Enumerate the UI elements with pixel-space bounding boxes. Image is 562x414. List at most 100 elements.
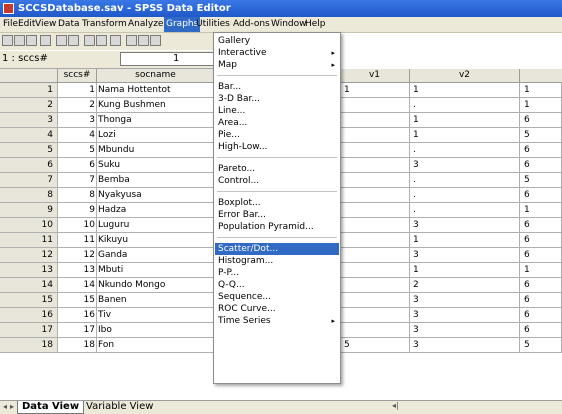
scroll-right-icon[interactable]: ▸ <box>10 402 14 411</box>
column-header-socname[interactable]: socname <box>97 69 215 83</box>
cell-v2[interactable]: 3 <box>410 308 520 323</box>
row-number[interactable]: 9 <box>0 203 58 218</box>
menu-utilities[interactable]: Utilities <box>194 17 232 32</box>
cell-next[interactable]: 5 <box>520 338 562 353</box>
row-number[interactable]: 7 <box>0 173 58 188</box>
row-number[interactable]: 12 <box>0 248 58 263</box>
cell-sccs[interactable]: 17 <box>58 323 97 338</box>
row-number[interactable]: 16 <box>0 308 58 323</box>
menu-analyze[interactable]: Analyze <box>126 17 165 32</box>
menu-item-bar[interactable]: Bar... <box>215 81 339 93</box>
redo-icon[interactable] <box>68 35 79 46</box>
row-number[interactable]: 17 <box>0 323 58 338</box>
cell-socname[interactable]: Banen <box>97 293 215 308</box>
cell-v2[interactable]: 1 <box>410 263 520 278</box>
column-header-v2[interactable]: v2 <box>410 69 520 83</box>
menu-item-error-bar[interactable]: Error Bar... <box>215 209 339 221</box>
cell-sccs[interactable]: 15 <box>58 293 97 308</box>
row-number[interactable]: 18 <box>0 338 58 353</box>
menu-item-roc-curve[interactable]: ROC Curve... <box>215 303 339 315</box>
cell-socname[interactable]: Kung Bushmen <box>97 98 215 113</box>
cell-next[interactable]: 6 <box>520 218 562 233</box>
cell-sccs[interactable]: 7 <box>58 173 97 188</box>
cell-next[interactable]: 6 <box>520 278 562 293</box>
cell-hidden-2[interactable] <box>340 323 410 338</box>
cell-next[interactable]: 1 <box>520 203 562 218</box>
row-number[interactable]: 6 <box>0 158 58 173</box>
cell-sccs[interactable]: 2 <box>58 98 97 113</box>
menu-add-ons[interactable]: Add-ons <box>231 17 272 32</box>
cell-hidden-2[interactable] <box>340 158 410 173</box>
cell-next[interactable]: 6 <box>520 143 562 158</box>
cell-sccs[interactable]: 12 <box>58 248 97 263</box>
cell-next[interactable]: 1 <box>520 263 562 278</box>
menu-help[interactable]: Help <box>303 17 328 32</box>
cell-sccs[interactable]: 6 <box>58 158 97 173</box>
cell-sccs[interactable]: 14 <box>58 278 97 293</box>
tab-data-view[interactable]: Data View <box>17 401 85 414</box>
corner-header[interactable] <box>0 69 58 83</box>
row-number[interactable]: 8 <box>0 188 58 203</box>
tab-variable-view[interactable]: Variable View <box>82 401 157 413</box>
menu-item-map[interactable]: Map ▸ <box>215 59 339 71</box>
cell-next[interactable]: 1 <box>520 83 562 98</box>
cell-sccs[interactable]: 5 <box>58 143 97 158</box>
cell-next[interactable]: 6 <box>520 248 562 263</box>
column-header-next[interactable] <box>520 69 562 83</box>
menu-item-line[interactable]: Line... <box>215 105 339 117</box>
cell-hidden-2[interactable] <box>340 218 410 233</box>
cell-v2[interactable]: 3 <box>410 158 520 173</box>
row-number[interactable]: 5 <box>0 143 58 158</box>
cell-hidden-2[interactable] <box>340 143 410 158</box>
cell-hidden-2[interactable] <box>340 113 410 128</box>
insert-variable-icon[interactable] <box>138 35 149 46</box>
cell-hidden-2[interactable] <box>340 98 410 113</box>
cell-hidden-2[interactable]: 1 <box>340 83 410 98</box>
cell-socname[interactable]: Hadza <box>97 203 215 218</box>
menu-item-pie[interactable]: Pie... <box>215 129 339 141</box>
cell-hidden-2[interactable] <box>340 188 410 203</box>
cell-next[interactable]: 6 <box>520 323 562 338</box>
goto-case-icon[interactable] <box>96 35 107 46</box>
cell-sccs[interactable]: 16 <box>58 308 97 323</box>
row-number[interactable]: 3 <box>0 113 58 128</box>
cell-next[interactable]: 6 <box>520 113 562 128</box>
menu-item-population-pyramid[interactable]: Population Pyramid... <box>215 221 339 233</box>
cell-socname[interactable]: Nkundo Mongo <box>97 278 215 293</box>
cell-socname[interactable]: Luguru <box>97 218 215 233</box>
cell-hidden-2[interactable] <box>340 233 410 248</box>
cell-socname[interactable]: Suku <box>97 158 215 173</box>
menu-item-pareto[interactable]: Pareto... <box>215 163 339 175</box>
cell-hidden-2[interactable]: 5 <box>340 338 410 353</box>
cell-sccs[interactable]: 9 <box>58 203 97 218</box>
menu-view[interactable]: View <box>33 17 58 32</box>
row-number[interactable]: 4 <box>0 128 58 143</box>
cell-socname[interactable]: Lozi <box>97 128 215 143</box>
menu-item-high-low[interactable]: High-Low... <box>215 141 339 153</box>
cell-v2[interactable]: 3 <box>410 293 520 308</box>
cell-next[interactable]: 5 <box>520 173 562 188</box>
menu-item-sequence[interactable]: Sequence... <box>215 291 339 303</box>
cell-v2[interactable]: 1 <box>410 128 520 143</box>
cell-sccs[interactable]: 8 <box>58 188 97 203</box>
cell-socname[interactable]: Kikuyu <box>97 233 215 248</box>
cell-next[interactable]: 6 <box>520 188 562 203</box>
row-number[interactable]: 14 <box>0 278 58 293</box>
cell-hidden-2[interactable] <box>340 308 410 323</box>
cell-sccs[interactable]: 1 <box>58 83 97 98</box>
cell-next[interactable]: 6 <box>520 293 562 308</box>
cell-socname[interactable]: Bemba <box>97 173 215 188</box>
cell-socname[interactable]: Nyakyusa <box>97 188 215 203</box>
cell-v2[interactable]: 3 <box>410 248 520 263</box>
split-file-icon[interactable] <box>150 35 161 46</box>
cell-socname[interactable]: Thonga <box>97 113 215 128</box>
cell-sccs[interactable]: 4 <box>58 128 97 143</box>
menu-item-q-q[interactable]: Q-Q... <box>215 279 339 291</box>
scroll-left-icon[interactable]: ◂ <box>3 402 7 411</box>
cell-v2[interactable]: . <box>410 98 520 113</box>
menu-data[interactable]: Data <box>56 17 82 32</box>
cell-v2[interactable]: 1 <box>410 233 520 248</box>
cell-socname[interactable]: Mbundu <box>97 143 215 158</box>
cell-v2[interactable]: 3 <box>410 218 520 233</box>
cell-hidden-2[interactable] <box>340 248 410 263</box>
